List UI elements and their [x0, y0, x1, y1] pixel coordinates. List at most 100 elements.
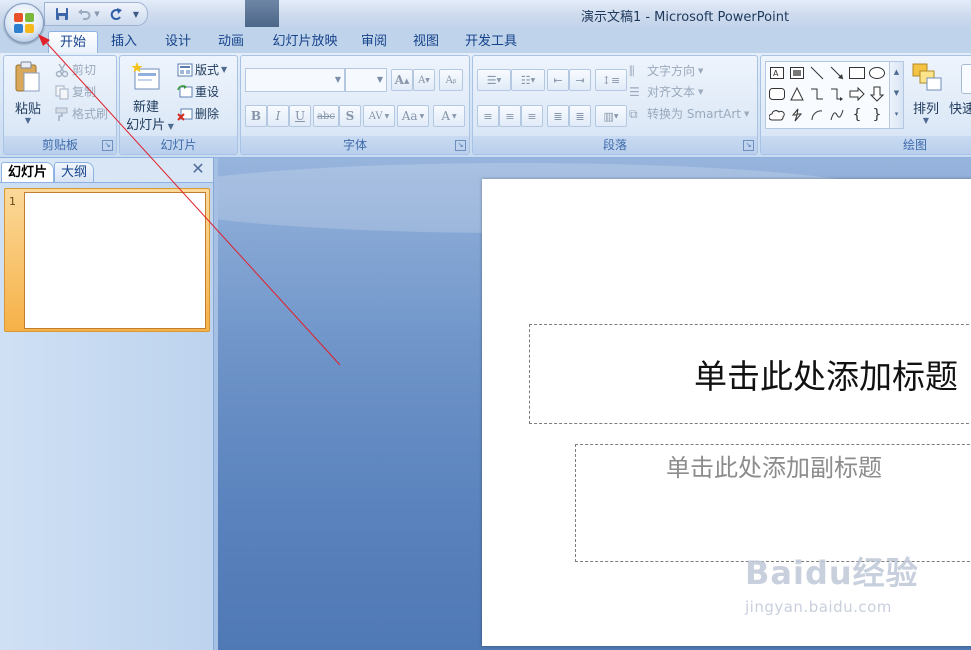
save-icon[interactable]	[53, 5, 71, 23]
align-text-button[interactable]: ☰ 对齐文本 ▼	[629, 83, 703, 101]
cut-button[interactable]: 剪切	[54, 61, 96, 79]
font-size-combo[interactable]: ▼	[345, 68, 387, 92]
arc-shape-icon[interactable]	[808, 106, 826, 124]
delete-button[interactable]: 删除	[177, 105, 219, 123]
subtitle-placeholder[interactable]: 单击此处添加副标题	[575, 444, 971, 562]
columns-button[interactable]: ▥ ▼	[595, 105, 627, 127]
curve-shape-icon[interactable]	[828, 106, 846, 124]
align-right-button[interactable]: ≡	[521, 105, 543, 127]
paste-label[interactable]: 粘贴	[8, 98, 48, 117]
decrease-indent-button[interactable]: ⇤	[547, 69, 569, 91]
text-direction-icon: ⫼	[629, 64, 635, 78]
svg-text:A: A	[773, 69, 779, 78]
triangle-shape-icon[interactable]	[788, 85, 806, 103]
align-center-button[interactable]: ≡	[499, 105, 521, 127]
tab-review[interactable]: 审阅	[354, 31, 394, 53]
tab-slides[interactable]: 幻灯片	[1, 162, 55, 182]
slide-thumbnail[interactable]	[24, 192, 206, 329]
title-placeholder[interactable]: 单击此处添加标题	[529, 324, 971, 424]
rectangle-shape-icon[interactable]	[848, 64, 866, 82]
numbering-button[interactable]: ☷ ▼	[511, 69, 545, 91]
slide-canvas[interactable]: 单击此处添加标题 单击此处添加副标题	[482, 179, 971, 646]
left-brace-shape-icon[interactable]: {	[848, 106, 866, 124]
grow-font-button[interactable]: A ▲	[391, 69, 413, 91]
paste-dropdown-icon[interactable]: ▼	[8, 116, 48, 125]
bold-button[interactable]: B	[245, 105, 267, 127]
arrange-label[interactable]: 排列	[905, 98, 947, 117]
new-slide-label-line2[interactable]: 幻灯片 ▼	[124, 114, 176, 133]
slide-editing-area: 单击此处添加标题 单击此处添加副标题	[218, 158, 971, 650]
increase-indent-icon: ⇥	[575, 73, 585, 87]
font-size-dropdown-icon: ▼	[376, 75, 384, 84]
character-spacing-button[interactable]: AV ▼	[363, 105, 395, 127]
vertical-textbox-shape-icon[interactable]	[788, 64, 806, 82]
new-slide-label-line1[interactable]: 新建	[126, 96, 166, 115]
tab-animation[interactable]: 动画	[211, 31, 251, 53]
customize-qat-icon[interactable]: ▼	[129, 5, 143, 23]
quick-styles-label[interactable]: 快速	[949, 98, 971, 117]
close-icon[interactable]: ✕	[189, 160, 207, 178]
distribute-button[interactable]: ≣	[569, 105, 591, 127]
reset-button[interactable]: 重设	[177, 83, 219, 101]
justify-icon: ≣	[553, 109, 563, 123]
clipboard-dialog-launcher-icon[interactable]: ↘	[102, 140, 113, 151]
text-direction-button[interactable]: ⫼ 文字方向 ▼	[629, 62, 703, 80]
elbow-arrow-connector-shape-icon[interactable]	[828, 85, 846, 103]
right-arrow-shape-icon[interactable]	[848, 85, 866, 103]
increase-indent-button[interactable]: ⇥	[569, 69, 591, 91]
strikethrough-button[interactable]: abc	[313, 105, 339, 127]
clear-formatting-button[interactable]: Aᵦ	[439, 69, 463, 91]
underline-button[interactable]: U	[289, 105, 311, 127]
italic-button[interactable]: I	[267, 105, 289, 127]
format-painter-button[interactable]: 格式刷	[54, 105, 108, 123]
shrink-font-button[interactable]: A ▼	[413, 69, 435, 91]
slide-number: 1	[9, 195, 16, 208]
tab-view[interactable]: 视图	[406, 31, 446, 53]
elbow-connector-shape-icon[interactable]	[808, 85, 826, 103]
cloud-shape-icon[interactable]	[768, 106, 786, 124]
slide-thumbnail-selected[interactable]: 1	[4, 188, 210, 332]
down-arrow-shape-icon[interactable]	[868, 85, 886, 103]
justify-button[interactable]: ≣	[547, 105, 569, 127]
slides-group-label: 幻灯片	[120, 136, 237, 154]
oval-shape-icon[interactable]	[868, 64, 886, 82]
right-brace-shape-icon[interactable]: }	[868, 106, 886, 124]
layout-button[interactable]: 版式 ▼	[177, 61, 227, 79]
tab-slideshow[interactable]: 幻灯片放映	[266, 31, 344, 53]
change-case-button[interactable]: Aa ▼	[397, 105, 429, 127]
arrow-line-shape-icon[interactable]	[828, 64, 846, 82]
tab-insert[interactable]: 插入	[104, 31, 144, 53]
font-color-button[interactable]: A ▼	[433, 105, 465, 127]
textbox-shape-icon[interactable]: A	[768, 64, 786, 82]
bullets-button[interactable]: ☰ ▼	[477, 69, 511, 91]
font-name-combo[interactable]: ▼	[245, 68, 345, 92]
copy-button[interactable]: 复制	[54, 83, 96, 101]
shapes-scroll[interactable]: ▲ ▼ ▾	[889, 61, 904, 129]
undo-dropdown-icon[interactable]: ▼	[92, 5, 102, 23]
tab-home[interactable]: 开始	[48, 31, 98, 54]
new-slide-icon[interactable]	[130, 61, 162, 93]
line-shape-icon[interactable]	[808, 64, 826, 82]
font-dialog-launcher-icon[interactable]: ↘	[455, 140, 466, 151]
lightning-shape-icon[interactable]	[788, 106, 806, 124]
redo-icon[interactable]	[107, 5, 125, 23]
grow-font-icon: A	[394, 73, 404, 87]
line-spacing-button[interactable]: ↕≡	[595, 69, 627, 91]
arrange-dropdown-icon[interactable]: ▼	[905, 116, 947, 125]
undo-icon[interactable]	[75, 5, 93, 23]
shapes-gallery[interactable]: A { }	[765, 61, 893, 129]
convert-smartart-button[interactable]: ⧉ 转换为 SmartArt ▼	[629, 105, 749, 123]
tab-design[interactable]: 设计	[158, 31, 198, 53]
quick-styles-icon[interactable]	[961, 64, 971, 94]
window-title: 演示文稿1 - Microsoft PowerPoint	[580, 10, 790, 25]
tab-developer[interactable]: 开发工具	[458, 31, 524, 53]
office-button[interactable]	[4, 3, 44, 43]
paste-icon[interactable]	[13, 61, 41, 93]
text-shadow-button[interactable]: S	[339, 105, 361, 127]
slides-pane: 幻灯片 大纲 ✕ 1	[0, 158, 213, 650]
arrange-icon[interactable]	[911, 62, 943, 94]
tab-outline[interactable]: 大纲	[54, 162, 95, 182]
paragraph-dialog-launcher-icon[interactable]: ↘	[743, 140, 754, 151]
rounded-rectangle-shape-icon[interactable]	[768, 85, 786, 103]
align-left-button[interactable]: ≡	[477, 105, 499, 127]
